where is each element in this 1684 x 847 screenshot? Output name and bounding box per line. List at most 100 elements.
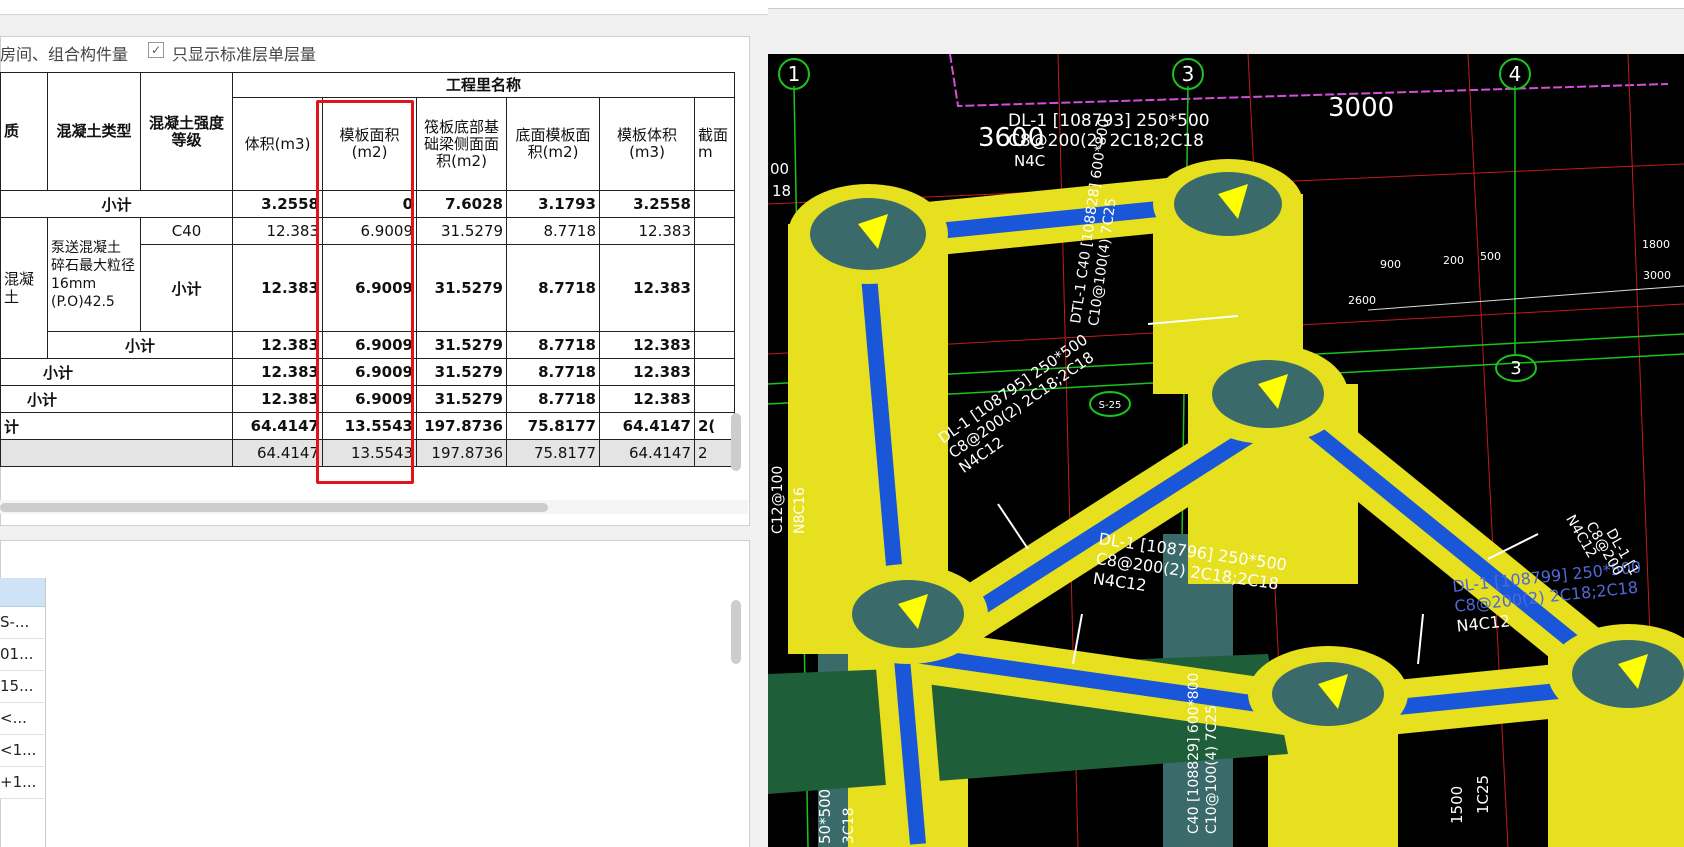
svg-text:3: 3 xyxy=(1510,358,1521,379)
cad-3d-viewport[interactable]: 1 3 4 3 2 3000 3600 1700 900 200 500 180… xyxy=(768,54,1684,847)
col-header-raft-side-area[interactable]: 筏板底部基础梁侧面面积(m2) xyxy=(416,97,507,191)
list-item[interactable]: 15... xyxy=(0,671,44,703)
cell-bottom: 3.1793 xyxy=(506,190,600,218)
table-row: 小计 12.383 6.9009 31.5279 8.7718 12.383 xyxy=(0,358,735,386)
cell-bottom: 8.7718 xyxy=(506,358,600,386)
dim-200: 200 xyxy=(1443,254,1464,267)
cell-formwork: 13.5543 xyxy=(322,412,417,440)
cell-grade: C40 xyxy=(140,217,233,245)
cell-volume: 12.383 xyxy=(232,244,323,332)
cell-volume: 12.383 xyxy=(232,385,323,413)
cell-raft: 31.5279 xyxy=(416,358,507,386)
cell-bottom: 75.8177 xyxy=(506,412,600,440)
edge-c12-label: C12@100 xyxy=(770,466,786,534)
beam-left-label: DL-1 [108795] 250*500 C8@200(2) 2C18;2C1… xyxy=(935,331,1097,477)
col-header-material[interactable]: 质 xyxy=(0,72,48,191)
cell-bottom: 8.7718 xyxy=(506,217,600,245)
cell-fvol: 12.383 xyxy=(599,244,695,332)
quantity-table: 质 混凝土类型 混凝土强度等级 工程里名称 体积(m3) 模板面积(m2) 筏板… xyxy=(0,72,735,467)
cell-section: 2 xyxy=(694,439,735,467)
hscroll-thumb[interactable] xyxy=(0,503,548,512)
room-component-label: 房间、组合构件量 xyxy=(0,45,129,64)
cell-raft: 197.8736 xyxy=(416,412,507,440)
cell-raft: 31.5279 xyxy=(416,217,507,245)
svg-text:50*500: 50*500 xyxy=(816,789,834,844)
cad-panel: 1 3 4 3 2 3000 3600 1700 900 200 500 180… xyxy=(768,0,1684,847)
col-header-formwork-area[interactable]: 模板面积(m2) xyxy=(322,97,417,191)
svg-text:1: 1 xyxy=(788,62,801,86)
list-item[interactable]: S-... xyxy=(0,607,44,639)
table-row-total: 64.4147 13.5543 197.8736 75.8177 64.4147… xyxy=(0,439,735,467)
table-row: 小计 12.383 6.9009 31.5279 8.7718 12.383 xyxy=(0,385,735,413)
axis-bubble-4: 4 xyxy=(1499,58,1531,90)
cell-fvol: 64.4147 xyxy=(599,439,695,467)
cell-fvol: 12.383 xyxy=(599,331,695,359)
col-header-formwork-volume[interactable]: 模板体积(m3) xyxy=(599,97,695,191)
cell-bottom: 8.7718 xyxy=(506,331,600,359)
edge-500-label: 50*500 xyxy=(816,789,834,844)
svg-text:1500: 1500 xyxy=(1448,786,1466,824)
cell-section xyxy=(694,358,735,386)
svg-text:C10@100(4) 7C25: C10@100(4) 7C25 xyxy=(1204,705,1220,834)
svg-text:C40 [108829] 600*800: C40 [108829] 600*800 xyxy=(1186,673,1202,834)
cell-volume: 3.2558 xyxy=(232,190,323,218)
list-item[interactable]: <... xyxy=(0,703,44,735)
axis-bubble-1: 1 xyxy=(778,58,810,90)
table-horizontal-scrollbar[interactable] xyxy=(0,500,748,514)
edge-n8-label: N8C16 xyxy=(792,487,808,534)
list-vertical-scrollbar[interactable] xyxy=(731,600,741,664)
table-row: 混凝土 泵送混凝土 碎石最大粒径16mm (P.O)42.5 C40 12.38… xyxy=(0,217,735,359)
cell-section xyxy=(694,244,735,332)
axis-bubble-3b: 3 xyxy=(1495,354,1537,382)
row-label xyxy=(0,439,233,467)
svg-text:4: 4 xyxy=(1509,62,1522,86)
dim-500: 500 xyxy=(1480,250,1501,263)
cell-fvol: 3.2558 xyxy=(599,190,695,218)
row-label: 小计 xyxy=(140,244,233,332)
axis-bubble-3: 3 xyxy=(1172,58,1204,90)
header-row-1: 质 混凝土类型 混凝土强度等级 工程里名称 xyxy=(0,72,735,191)
col-header-volume[interactable]: 体积(m3) xyxy=(232,97,323,191)
cell-formwork: 6.9009 xyxy=(322,331,417,359)
dim-3000: 3000 xyxy=(1328,93,1394,123)
cell-formwork: 6.9009 xyxy=(322,358,417,386)
cell-volume: 12.383 xyxy=(232,331,323,359)
cell-formwork: 6.9009 xyxy=(322,385,417,413)
table-row: 小计 12.383 6.9009 31.5279 8.7718 12.383 xyxy=(1,331,735,359)
col-header-section[interactable]: 截面m xyxy=(694,97,735,191)
cad-drawing: 1 3 4 3 2 3000 3600 1700 900 200 500 180… xyxy=(768,54,1684,847)
list-item[interactable]: <1... xyxy=(0,735,44,767)
list-item[interactable]: +1... xyxy=(0,767,44,799)
col-header-concrete-grade[interactable]: 混凝土强度等级 xyxy=(140,72,233,191)
standard-floor-checkbox[interactable]: ✓ xyxy=(148,42,164,58)
cell-raft: 31.5279 xyxy=(416,331,507,359)
table-vertical-scrollbar[interactable] xyxy=(731,413,741,471)
table-toolbar: 房间、组合构件量 ✓ 只显示标准层单层量 xyxy=(0,38,748,64)
cell-fvol: 12.383 xyxy=(599,217,695,245)
list-item[interactable]: 01... xyxy=(0,639,44,671)
row-label: 计 xyxy=(0,412,233,440)
svg-text:C8@200(2) 2C18;2C18: C8@200(2) 2C18;2C18 xyxy=(945,348,1097,462)
cell-formwork: 0 xyxy=(322,190,417,218)
row-label: 小计 xyxy=(0,385,233,413)
col-header-bottom-formwork[interactable]: 底面模板面积(m2) xyxy=(506,97,600,191)
dim-2600: 2600 xyxy=(1348,294,1376,307)
dim-1800: 1800 xyxy=(1642,238,1670,251)
dim-3000-small: 3000 xyxy=(1643,269,1671,282)
col-header-group-quantities[interactable]: 工程里名称 xyxy=(232,72,735,98)
row-label: 小计 xyxy=(47,331,233,359)
col-header-concrete-type[interactable]: 混凝土类型 xyxy=(47,72,141,191)
cell-material: 混凝土 xyxy=(0,217,48,359)
cell-fvol: 64.4147 xyxy=(599,412,695,440)
cell-raft: 31.5279 xyxy=(416,385,507,413)
svg-text:1C25: 1C25 xyxy=(1474,775,1492,814)
row-label: 小计 xyxy=(0,190,233,218)
cell-section: 2( xyxy=(694,412,735,440)
svg-text:C12@100: C12@100 xyxy=(770,466,786,534)
cell-volume: 64.4147 xyxy=(232,412,323,440)
tag-s25: S-25 xyxy=(1089,391,1131,417)
cell-raft: 7.6028 xyxy=(416,190,507,218)
cell-section xyxy=(694,385,735,413)
txt-1c25-label: 1C25 xyxy=(1474,775,1492,814)
list-column-header[interactable] xyxy=(0,578,46,607)
